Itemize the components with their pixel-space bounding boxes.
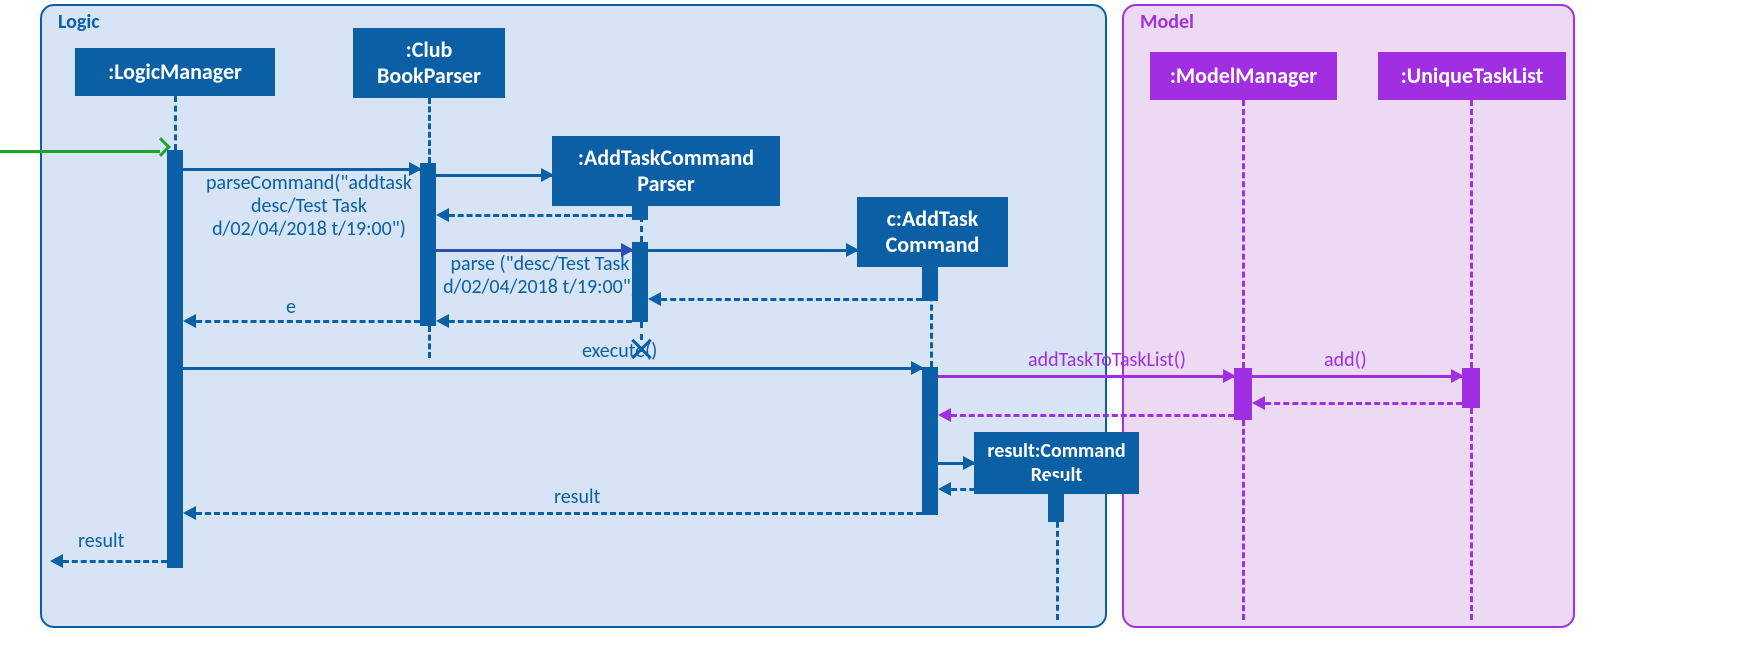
return-parser-arrowhead bbox=[436, 208, 449, 222]
add-task-list-label: addTaskToTaskList() bbox=[1028, 349, 1186, 372]
add-task-parser-head: :AddTaskCommand Parser bbox=[552, 136, 780, 206]
add-arrow bbox=[1252, 375, 1462, 378]
club-book-parser-head: :Club BookParser bbox=[353, 28, 505, 98]
model-manager-lifeline-top bbox=[1242, 100, 1245, 368]
create-cmd-arrow bbox=[648, 249, 857, 252]
execute-label: execute() bbox=[582, 340, 657, 363]
result-out-label: result bbox=[78, 530, 124, 553]
create-parser-arrow bbox=[436, 174, 552, 177]
logic-frame: Logic bbox=[40, 4, 1107, 628]
parser-return-arrow bbox=[440, 320, 632, 323]
add-task-parser-label: :AddTaskCommand Parser bbox=[578, 145, 754, 198]
create-result-return-arrowhead bbox=[938, 482, 951, 496]
execute-arrowhead bbox=[911, 361, 924, 375]
parse-command-label: parseCommand("addtask desc/Test Task d/0… bbox=[194, 172, 424, 241]
create-result-return bbox=[942, 488, 1048, 491]
add-label: add() bbox=[1324, 349, 1367, 372]
create-parser-arrowhead bbox=[541, 168, 554, 182]
model-frame-title: Model bbox=[1140, 10, 1194, 34]
return-parser-arrow bbox=[440, 214, 632, 217]
logic-manager-label: :LogicManager bbox=[108, 59, 242, 85]
execute-arrow bbox=[183, 367, 922, 370]
club-parser-lifeline-top bbox=[428, 98, 431, 163]
parser-return-arrowhead bbox=[436, 314, 449, 328]
model-manager-head: :ModelManager bbox=[1150, 52, 1337, 100]
add-return-arrow bbox=[1256, 402, 1462, 405]
logic-manager-activation bbox=[167, 150, 183, 568]
logic-manager-lifeline bbox=[174, 96, 177, 150]
add-return-arrowhead bbox=[1252, 396, 1265, 410]
result-label: result bbox=[554, 486, 600, 509]
create-result-arrowhead bbox=[963, 456, 976, 470]
add-task-parser-activation-1 bbox=[632, 198, 648, 220]
result-return-arrow bbox=[187, 512, 922, 515]
add-arrowhead bbox=[1451, 369, 1464, 383]
add-task-cmd-activation-1 bbox=[922, 249, 938, 301]
return-cmd-arrow bbox=[652, 298, 922, 301]
sequence-diagram: Logic Model :LogicManager :Club BookPars… bbox=[0, 0, 1763, 656]
return-cmd-arrowhead bbox=[648, 292, 661, 306]
e-label: e bbox=[286, 296, 296, 319]
e-return-arrow bbox=[187, 320, 420, 323]
result-out-arrowhead bbox=[50, 554, 63, 568]
attl-return-arrowhead bbox=[938, 408, 951, 422]
result-out-arrow bbox=[54, 560, 167, 563]
model-manager-lifeline-bot bbox=[1242, 420, 1245, 620]
result-return-arrowhead bbox=[183, 506, 196, 520]
logic-manager-head: :LogicManager bbox=[75, 48, 275, 96]
unique-task-list-activation bbox=[1462, 368, 1480, 408]
add-task-list-arrowhead bbox=[1223, 369, 1236, 383]
incoming-call-arrow bbox=[0, 150, 160, 153]
add-task-list-arrow bbox=[938, 375, 1234, 378]
model-manager-activation bbox=[1234, 368, 1252, 420]
add-task-cmd-activation-2 bbox=[922, 367, 938, 515]
parse-label: parse ("desc/Test Task d/02/04/2018 t/19… bbox=[440, 253, 640, 299]
unique-task-list-head: :UniqueTaskList bbox=[1378, 52, 1566, 100]
e-return-arrowhead bbox=[183, 314, 196, 328]
unique-task-list-lifeline-bot bbox=[1470, 408, 1473, 620]
attl-return-arrow bbox=[942, 414, 1234, 417]
club-parser-lifeline-bot bbox=[428, 326, 431, 358]
club-book-parser-label: :Club BookParser bbox=[377, 37, 481, 90]
unique-task-list-label: :UniqueTaskList bbox=[1401, 63, 1544, 89]
cmd-result-activation bbox=[1048, 478, 1064, 522]
unique-task-list-lifeline-top bbox=[1470, 100, 1473, 368]
logic-frame-title: Logic bbox=[58, 10, 100, 34]
model-manager-label: :ModelManager bbox=[1170, 63, 1317, 89]
create-cmd-arrowhead bbox=[846, 243, 859, 257]
